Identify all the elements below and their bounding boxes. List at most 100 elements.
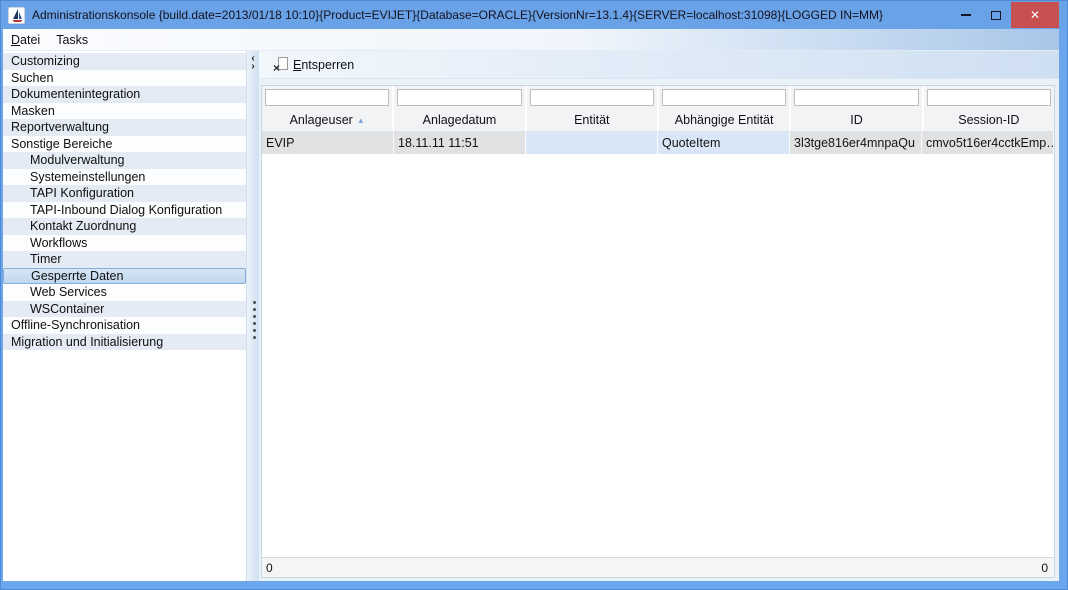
filter-cell <box>527 86 659 109</box>
sidebar-item[interactable]: Timer <box>3 251 246 268</box>
column-header-label: Entität <box>574 113 609 127</box>
sidebar-item-label: Gesperrte Daten <box>31 269 123 283</box>
sidebar-item[interactable]: Suchen <box>3 70 246 87</box>
minimize-button[interactable] <box>951 1 981 29</box>
data-cell-text: 18.11.11 11:51 <box>398 136 479 150</box>
row-count-left: 0 <box>266 561 273 575</box>
sidebar-item[interactable]: Dokumentenintegration <box>3 86 246 103</box>
grid-footer: 0 0 <box>262 557 1054 577</box>
sidebar-item[interactable]: Kontakt Zuordnung <box>3 218 246 235</box>
sidebar-item[interactable]: TAPI-Inbound Dialog Konfiguration <box>3 202 246 219</box>
sidebar-splitter[interactable]: ‹ › <box>247 51 259 581</box>
titlebar[interactable]: Administrationskonsole {build.date=2013/… <box>1 1 1067 29</box>
sidebar-item[interactable]: Gesperrte Daten <box>3 268 246 285</box>
app-sailboat-icon <box>8 7 25 24</box>
close-icon: ✕ <box>1030 8 1040 22</box>
sidebar-item-label: Sonstige Bereiche <box>11 137 112 151</box>
sidebar-item[interactable]: Reportverwaltung <box>3 119 246 136</box>
grid-filter-row <box>262 86 1054 109</box>
column-header-label: Abhängige Entität <box>675 113 774 127</box>
sidebar-item-label: WSContainer <box>30 302 104 316</box>
sidebar-list: Customizing Suchen Dokumentenintegration… <box>3 53 246 350</box>
sidebar-item-label: Workflows <box>30 236 87 250</box>
menubar: Datei Tasks <box>3 29 1059 51</box>
menu-item-tasks[interactable]: Tasks <box>48 29 96 50</box>
sidebar-item[interactable]: Workflows <box>3 235 246 252</box>
maximize-icon <box>991 11 1001 20</box>
sidebar-item-label: Masken <box>11 104 55 118</box>
sidebar-item-label: Modulverwaltung <box>30 153 125 167</box>
filter-input[interactable] <box>794 89 918 106</box>
sidebar-item[interactable]: Modulverwaltung <box>3 152 246 169</box>
sidebar-item[interactable]: WSContainer <box>3 301 246 318</box>
sidebar-item-label: Dokumentenintegration <box>11 87 140 101</box>
application-window: Administrationskonsole {build.date=2013/… <box>0 0 1068 590</box>
window-title: Administrationskonsole {build.date=2013/… <box>32 8 951 22</box>
sidebar-item-label: TAPI-Inbound Dialog Konfiguration <box>30 203 222 217</box>
sidebar-item[interactable]: Masken <box>3 103 246 120</box>
grid-data-row[interactable]: EVIP 18.11.11 11:51 QuoteItem 3l3tge816e… <box>262 132 1054 154</box>
close-button[interactable]: ✕ <box>1011 2 1059 28</box>
sidebar-item-label: Migration und Initialisierung <box>11 335 163 349</box>
sidebar-item[interactable]: Migration und Initialisierung <box>3 334 246 351</box>
locked-data-grid: Anlageuser ▲ Anlagedatum ▲ Entität ▲ Abh… <box>261 85 1055 578</box>
expand-right-icon[interactable]: › <box>251 63 254 71</box>
column-header[interactable]: Anlageuser ▲ <box>262 109 394 131</box>
column-header[interactable]: Entität ▲ <box>527 109 659 131</box>
filter-cell <box>659 86 791 109</box>
sidebar-item[interactable]: TAPI Konfiguration <box>3 185 246 202</box>
sidebar-item[interactable]: Customizing <box>3 53 246 70</box>
unlock-record-icon: × <box>273 57 288 72</box>
menu-item-datei[interactable]: Datei <box>3 29 48 50</box>
sort-asc-icon: ▲ <box>357 116 365 125</box>
filter-input[interactable] <box>530 89 654 106</box>
sidebar-item-label: Suchen <box>11 71 53 85</box>
sidebar-item-label: Customizing <box>11 54 80 68</box>
data-cell-text: EVIP <box>266 136 295 150</box>
filter-input[interactable] <box>662 89 786 106</box>
data-cell[interactable]: cmvo5t16er4cctkEmp… <box>922 132 1054 154</box>
column-header[interactable]: Anlagedatum ▲ <box>394 109 526 131</box>
sidebar-item-label: Web Services <box>30 285 107 299</box>
column-header[interactable]: Session-ID ▲ <box>924 109 1054 131</box>
grid-header-row: Anlageuser ▲ Anlagedatum ▲ Entität ▲ Abh… <box>262 109 1054 132</box>
data-cell-text: cmvo5t16er4cctkEmp… <box>926 136 1054 150</box>
sidebar-item-label: Kontakt Zuordnung <box>30 219 136 233</box>
filter-input[interactable] <box>397 89 521 106</box>
data-cell-text: QuoteItem <box>662 136 720 150</box>
filter-input[interactable] <box>265 89 389 106</box>
data-cell[interactable]: QuoteItem <box>658 132 790 154</box>
main-area: Customizing Suchen Dokumentenintegration… <box>3 51 1059 581</box>
minimize-icon <box>961 14 971 16</box>
sidebar-item[interactable]: Web Services <box>3 284 246 301</box>
sidebar-item-label: Systemeinstellungen <box>30 170 145 184</box>
filter-cell <box>262 86 394 109</box>
sidebar-item-label: Reportverwaltung <box>11 120 109 134</box>
filter-input[interactable] <box>927 89 1051 106</box>
column-header-label: ID <box>850 113 863 127</box>
filter-cell <box>791 86 923 109</box>
filter-cell <box>924 86 1054 109</box>
row-count-right: 0 <box>1041 561 1048 575</box>
data-cell-text: 3l3tge816er4mnpaQu <box>794 136 915 150</box>
column-header[interactable]: Abhängige Entität ▲ <box>659 109 791 131</box>
column-header[interactable]: ID ▲ <box>791 109 923 131</box>
data-cell[interactable]: EVIP <box>262 132 394 154</box>
sidebar-item-label: Timer <box>30 252 61 266</box>
maximize-button[interactable] <box>981 1 1011 29</box>
data-cell[interactable] <box>526 132 658 154</box>
window-body: Datei Tasks Customizing Suchen Dokumente… <box>3 29 1059 581</box>
splitter-grip-icon[interactable] <box>253 301 256 304</box>
column-header-label: Anlageuser <box>290 113 353 127</box>
data-cell[interactable]: 3l3tge816er4mnpaQu <box>790 132 922 154</box>
data-cell[interactable]: 18.11.11 11:51 <box>394 132 526 154</box>
sidebar-item-label: Offline-Synchronisation <box>11 318 140 332</box>
entsperren-button[interactable]: × Entsperren <box>267 55 360 74</box>
sidebar-item-label: TAPI Konfiguration <box>30 186 134 200</box>
sidebar-item[interactable]: Sonstige Bereiche <box>3 136 246 153</box>
grid-empty-area <box>262 154 1054 557</box>
sidebar-item[interactable]: Offline-Synchronisation <box>3 317 246 334</box>
navigation-sidebar: Customizing Suchen Dokumentenintegration… <box>3 51 247 581</box>
column-header-label: Anlagedatum <box>423 113 497 127</box>
sidebar-item[interactable]: Systemeinstellungen <box>3 169 246 186</box>
